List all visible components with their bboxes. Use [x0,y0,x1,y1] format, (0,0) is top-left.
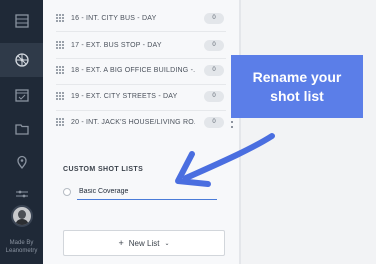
shot-count-badge: 0 [204,13,224,24]
drag-handle-icon[interactable] [56,14,65,22]
drag-handle-icon[interactable] [56,66,65,74]
scene-label: 18 - EXT. A BIG OFFICE BUILDING -... [71,66,195,74]
shot-count-badge: 0 [204,40,224,51]
new-list-label: New List [128,238,160,248]
custom-shot-lists-heading: CUSTOM SHOT LISTS [63,166,144,173]
scene-label: 16 - INT. CITY BUS - DAY [71,14,157,22]
shot-count-badge: 0 [204,117,224,128]
list-icon[interactable] [0,4,43,38]
drag-handle-icon[interactable] [56,41,65,49]
tutorial-callout: Rename your shot list [231,55,363,118]
new-list-button[interactable]: + New List ⌄ [63,230,225,256]
chevron-down-icon: ⌄ [164,240,170,247]
callout-line: Rename your [252,68,342,85]
scene-label: 19 - EXT. CITY STREETS - DAY [71,92,178,100]
scene-row[interactable]: 18 - EXT. A BIG OFFICE BUILDING -... 0 [56,57,226,83]
drag-handle-icon[interactable] [56,118,65,126]
scene-row[interactable]: 20 - INT. JACK'S HOUSE/LIVING RO... 0 [56,109,233,135]
location-pin-icon[interactable] [0,145,43,179]
custom-list-item[interactable] [63,183,218,201]
side-rail: Made By Leanometry [0,0,43,264]
made-by-line: Made By [9,240,34,246]
scene-label: 20 - INT. JACK'S HOUSE/LIVING RO... [71,118,195,126]
plus-icon: + [118,238,124,248]
panel-divider [239,0,241,264]
drag-handle-icon[interactable] [56,92,65,100]
list-name-input[interactable] [77,184,217,200]
app: Made By Leanometry 16 - INT. CITY BUS - … [0,0,376,264]
shot-count-badge: 0 [204,65,224,76]
film-reel-icon[interactable] [0,43,43,77]
made-by-company: Leanometry [5,248,38,254]
calendar-icon[interactable] [0,78,43,112]
scene-label: 17 - EXT. BUS STOP - DAY [71,41,162,49]
scene-row[interactable]: 17 - EXT. BUS STOP - DAY 0 [56,32,226,58]
list-radio[interactable] [63,188,71,196]
scene-row[interactable]: 16 - INT. CITY BUS - DAY 0 [56,5,226,31]
callout-line: shot list [270,87,324,104]
shot-count-badge: 0 [204,91,224,102]
folder-icon[interactable] [0,112,43,146]
made-by-credit: Made By Leanometry [0,239,43,255]
scene-row[interactable]: 19 - EXT. CITY STREETS - DAY 0 [56,83,226,109]
avatar[interactable] [11,205,33,227]
